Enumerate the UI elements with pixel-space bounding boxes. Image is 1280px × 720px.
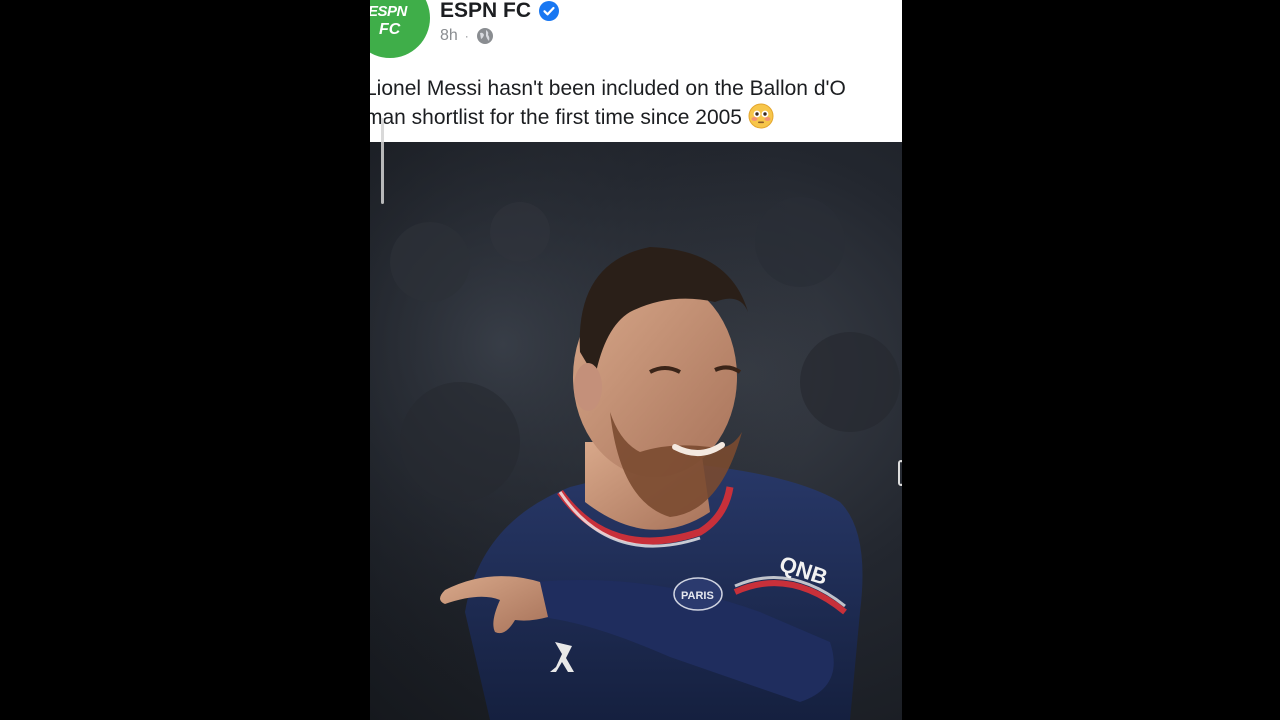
flushed-face-emoji (748, 103, 774, 129)
verified-badge-icon (539, 1, 560, 21)
football-player-photo[interactable]: QNB PARIS (370, 142, 902, 720)
edge-swipe-handle[interactable] (898, 460, 902, 486)
post-time[interactable]: 8h (440, 27, 458, 45)
post-text-line-2: man shortlist for the first time since 2… (370, 103, 902, 132)
player-illustration: QNB PARIS (370, 142, 902, 720)
page-name[interactable]: ESPN FC (440, 0, 531, 23)
post-text: Lionel Messi hasn't been included on the… (370, 74, 902, 132)
post-meta: 8h · (440, 26, 494, 46)
post-header: ESPN FC ESPN FC 8h · Lionel Messi hasn't… (370, 0, 902, 142)
post-text-line-2-content: man shortlist for the first time since 2… (370, 106, 742, 129)
globe-icon (476, 28, 493, 44)
post-frame: ESPN FC ESPN FC 8h · Lionel Messi hasn't… (370, 0, 902, 720)
avatar-brand-top: ESPN (370, 3, 407, 20)
scroll-indicator[interactable] (381, 118, 384, 204)
page-avatar[interactable]: ESPN FC (370, 0, 430, 58)
jersey-crest: PARIS (681, 590, 714, 602)
avatar-brand-bottom: FC (379, 21, 401, 38)
page-name-row: ESPN FC (440, 0, 560, 24)
post-text-line-1: Lionel Messi hasn't been included on the… (370, 77, 846, 100)
meta-separator: · (464, 29, 469, 43)
